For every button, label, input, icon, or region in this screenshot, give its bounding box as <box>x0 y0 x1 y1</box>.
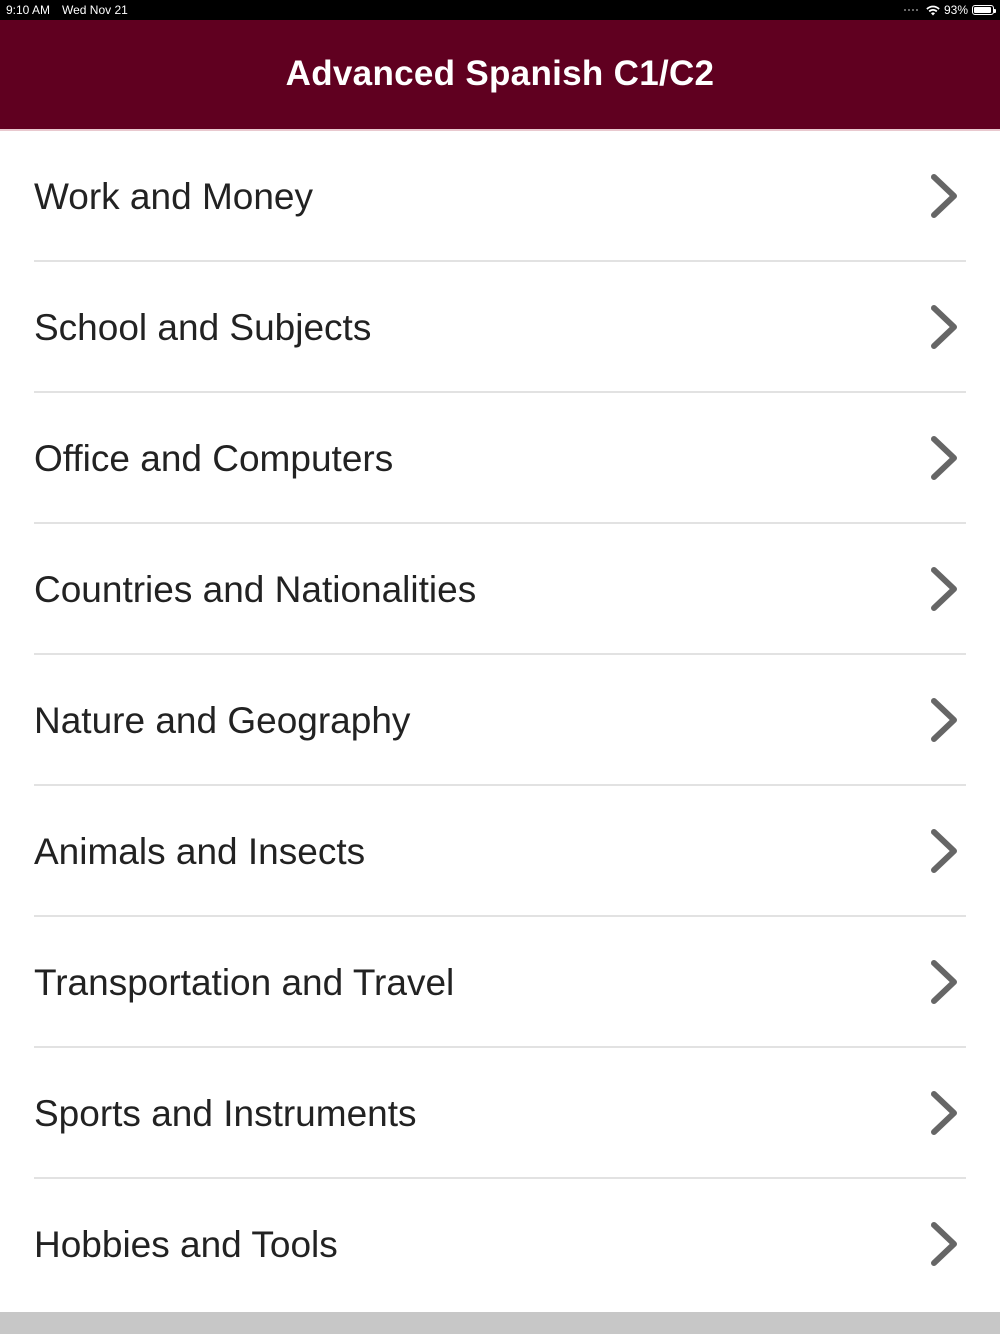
chevron-right-icon <box>931 829 957 873</box>
chevron-right-icon <box>931 567 957 611</box>
chevron-right-icon <box>931 1091 957 1135</box>
list-item-label: Sports and Instruments <box>34 1093 417 1134</box>
list-item-label: Office and Computers <box>34 438 394 479</box>
category-list: Work and Money School and Subjects Offic… <box>0 131 1000 1310</box>
chevron-right-icon <box>931 305 957 349</box>
chevron-right-icon <box>931 436 957 480</box>
list-item-label: Hobbies and Tools <box>34 1224 338 1265</box>
list-item-label: School and Subjects <box>34 307 372 348</box>
status-time: 9:10 AM <box>6 3 51 17</box>
list-item-label: Work and Money <box>34 176 313 217</box>
chevron-right-icon <box>931 174 957 218</box>
status-indicators: 93% <box>903 2 996 18</box>
chevron-right-icon <box>931 698 957 742</box>
battery-percent: 93% <box>943 3 968 17</box>
chevron-right-icon <box>931 1222 957 1266</box>
list-item-office-and-computers[interactable]: Office and Computers <box>0 393 1000 524</box>
list-item-label: Transportation and Travel <box>34 962 455 1003</box>
list-item-transportation-and-travel[interactable]: Transportation and Travel <box>0 917 1000 1048</box>
signal-dots-icon <box>903 9 918 11</box>
status-bar: 9:10 AM Wed Nov 21 93% <box>0 0 1000 20</box>
list-item-label: Nature and Geography <box>34 700 411 741</box>
status-date: Wed Nov 21 <box>62 3 128 17</box>
list-item-hobbies-and-tools[interactable]: Hobbies and Tools <box>0 1179 1000 1310</box>
battery-icon <box>972 5 996 15</box>
list-item-nature-and-geography[interactable]: Nature and Geography <box>0 655 1000 786</box>
navigation-bar: Advanced Spanish C1/C2 <box>0 20 1000 131</box>
list-item-sports-and-instruments[interactable]: Sports and Instruments <box>0 1048 1000 1179</box>
list-item-work-and-money[interactable]: Work and Money <box>0 131 1000 262</box>
page-title: Advanced Spanish C1/C2 <box>285 54 715 93</box>
list-item-countries-and-nationalities[interactable]: Countries and Nationalities <box>0 524 1000 655</box>
bottom-toolbar <box>0 1312 1000 1334</box>
list-item-label: Countries and Nationalities <box>34 569 477 610</box>
list-item-label: Animals and Insects <box>34 831 366 872</box>
list-item-animals-and-insects[interactable]: Animals and Insects <box>0 786 1000 917</box>
wifi-icon <box>926 5 940 15</box>
chevron-right-icon <box>931 960 957 1004</box>
list-item-school-and-subjects[interactable]: School and Subjects <box>0 262 1000 393</box>
